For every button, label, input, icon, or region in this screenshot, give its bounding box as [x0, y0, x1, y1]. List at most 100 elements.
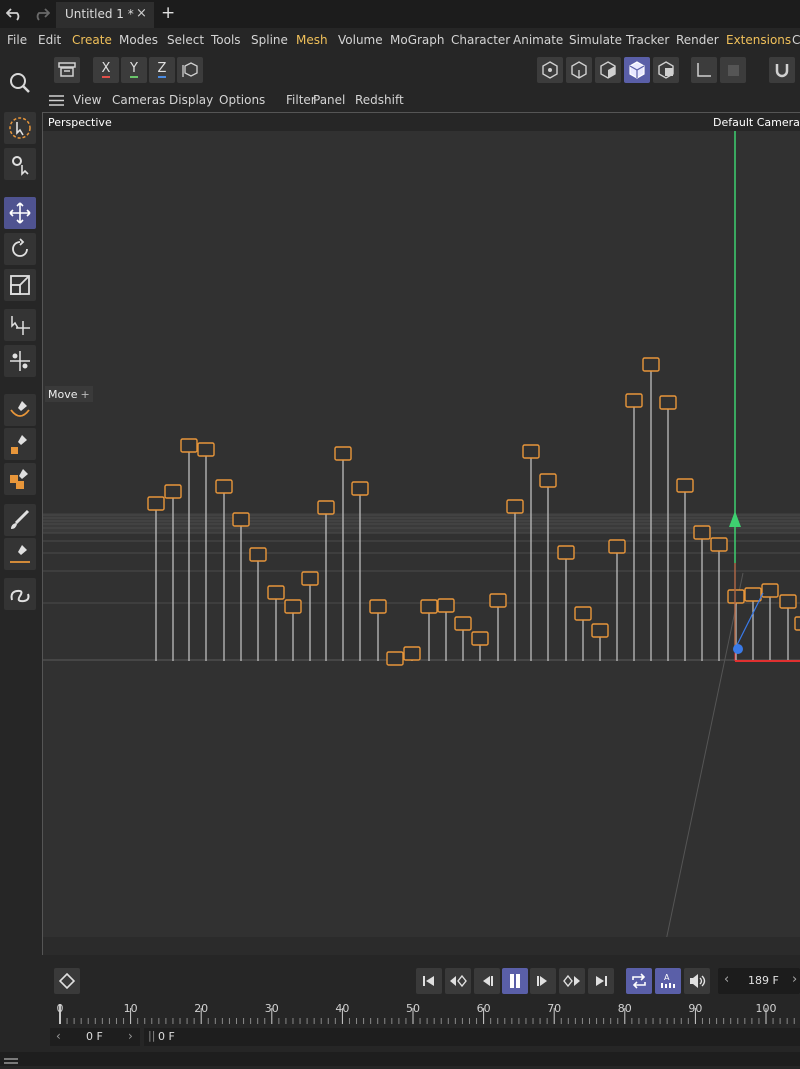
model-mode-button[interactable]	[624, 57, 650, 83]
range-handle-icon[interactable]: ||	[148, 1029, 155, 1042]
camera-label[interactable]: Default Camera ◦̈	[713, 116, 800, 129]
stick-marker	[249, 547, 267, 562]
texture-mode-button[interactable]	[653, 57, 679, 83]
axis-x-label: X	[101, 61, 111, 78]
transform-icon	[11, 316, 30, 335]
menu-create[interactable]: Create	[72, 33, 112, 47]
start-frame-value: 0 F	[86, 1030, 103, 1043]
rotate-icon	[12, 238, 28, 257]
stick-marker	[437, 598, 455, 613]
rotate-tool[interactable]	[4, 233, 36, 265]
status-menu-icon[interactable]	[4, 1055, 18, 1064]
viewport-scene[interactable]	[43, 113, 800, 955]
stick-marker	[676, 478, 694, 493]
placement-icon	[10, 351, 30, 371]
edges-mode-icon	[571, 61, 587, 79]
document-tab[interactable]: Untitled 1 * ×	[56, 2, 154, 28]
menu-mesh[interactable]: Mesh	[296, 33, 328, 47]
spline-smooth-tool[interactable]	[4, 463, 36, 495]
viewport-menu-display[interactable]: Display	[169, 93, 213, 107]
points-mode-button[interactable]	[537, 57, 563, 83]
menu-co[interactable]: Co	[792, 33, 800, 47]
menu-edit[interactable]: Edit	[38, 33, 61, 47]
knife-tool[interactable]	[4, 538, 36, 570]
pen-curve-icon	[10, 401, 30, 417]
chevron-left-icon[interactable]: ‹	[56, 1029, 61, 1043]
stick-marker	[232, 512, 250, 527]
tab-bar: Untitled 1 * × +	[0, 0, 800, 28]
stick-marker	[197, 442, 215, 457]
menu-tools[interactable]: Tools	[211, 33, 241, 47]
undo-icon[interactable]	[4, 4, 26, 24]
tool-palette	[0, 52, 40, 1052]
model-mode-icon	[629, 61, 645, 79]
ruler-label: 90	[688, 1002, 703, 1015]
archive-icon	[58, 62, 76, 77]
ruler-label: 70	[547, 1002, 562, 1015]
viewport-menu-panel[interactable]: Panel	[313, 93, 345, 107]
new-tab-icon[interactable]: +	[161, 3, 175, 23]
coordinate-system-button[interactable]	[177, 57, 203, 83]
timeline-panel: A ‹ 189 F › 0 10 20 30 40 50 60 70 80 90 100 ‹ 0 F…	[0, 960, 800, 1052]
selection-filter-tool[interactable]	[4, 148, 36, 180]
start-frame-field[interactable]: ‹ 0 F ›	[50, 1028, 140, 1046]
placement-tool[interactable]	[4, 345, 36, 377]
menu-select[interactable]: Select	[167, 33, 204, 47]
stick-marker	[591, 623, 609, 638]
search-button[interactable]	[4, 67, 36, 99]
viewport-menu-view[interactable]: View	[73, 93, 101, 107]
pen-line-icon	[10, 545, 30, 563]
spline-arc-tool[interactable]	[4, 578, 36, 610]
stick-marker	[351, 481, 369, 496]
edges-mode-button[interactable]	[566, 57, 592, 83]
menu-extensions[interactable]: Extensions	[726, 33, 791, 47]
axis-mode-icon	[697, 63, 711, 77]
brush-tool[interactable]	[4, 504, 36, 536]
gear-cursor-icon	[12, 156, 29, 176]
menu-tracker[interactable]: Tracker	[626, 33, 669, 47]
menu-character[interactable]: Character	[451, 33, 510, 47]
move-tool[interactable]	[4, 197, 36, 229]
spline-pen-tool[interactable]	[4, 394, 36, 426]
object-manager-button[interactable]	[54, 57, 80, 83]
move-icon	[9, 202, 31, 224]
menu-volume[interactable]: Volume	[338, 33, 383, 47]
polygons-mode-icon	[600, 61, 616, 79]
menu-animate[interactable]: Animate	[513, 33, 563, 47]
close-tab-icon[interactable]: ×	[136, 6, 147, 21]
live-selection-tool[interactable]	[4, 112, 36, 144]
projection-label[interactable]: Perspective	[48, 116, 112, 129]
axis-z-lock-button[interactable]: Z	[149, 57, 175, 83]
axis-y-label: Y	[130, 61, 138, 78]
menu-file[interactable]: File	[7, 33, 27, 47]
stick-marker	[180, 438, 198, 453]
ruler-label: 80	[617, 1002, 632, 1015]
viewport-menu-filter[interactable]: Filter	[286, 93, 316, 107]
viewport-menu-options[interactable]: Options	[219, 93, 265, 107]
tweak-mode-button[interactable]	[720, 57, 746, 83]
stick-marker	[420, 599, 438, 614]
viewport[interactable]: Perspective Default Camera ◦̈ Move +	[42, 112, 800, 955]
menu-modes[interactable]: Modes	[119, 33, 158, 47]
document-tab-title: Untitled 1 *	[65, 7, 134, 21]
redo-icon[interactable]	[30, 4, 52, 24]
axis-y-lock-button[interactable]: Y	[121, 57, 147, 83]
polygons-mode-button[interactable]	[595, 57, 621, 83]
axis-mode-button[interactable]	[691, 57, 717, 83]
axis-x-lock-button[interactable]: X	[93, 57, 119, 83]
range-start-value: 0 F	[158, 1030, 175, 1043]
frame-range-slider[interactable]: || 0 F	[144, 1028, 800, 1046]
menu-simulate[interactable]: Simulate	[569, 33, 622, 47]
snap-button[interactable]	[769, 57, 795, 83]
viewport-menu-cameras[interactable]: Cameras	[112, 93, 165, 107]
ruler-label: 0	[56, 1002, 64, 1015]
hamburger-menu-icon[interactable]	[48, 93, 64, 107]
chevron-right-icon[interactable]: ›	[128, 1029, 133, 1043]
scale-tool[interactable]	[4, 269, 36, 301]
menu-spline[interactable]: Spline	[251, 33, 288, 47]
transform-tool[interactable]	[4, 309, 36, 341]
menu-mograph[interactable]: MoGraph	[390, 33, 445, 47]
viewport-menu-redshift[interactable]: Redshift	[355, 93, 404, 107]
menu-render[interactable]: Render	[676, 33, 719, 47]
spline-sketch-tool[interactable]	[4, 428, 36, 460]
